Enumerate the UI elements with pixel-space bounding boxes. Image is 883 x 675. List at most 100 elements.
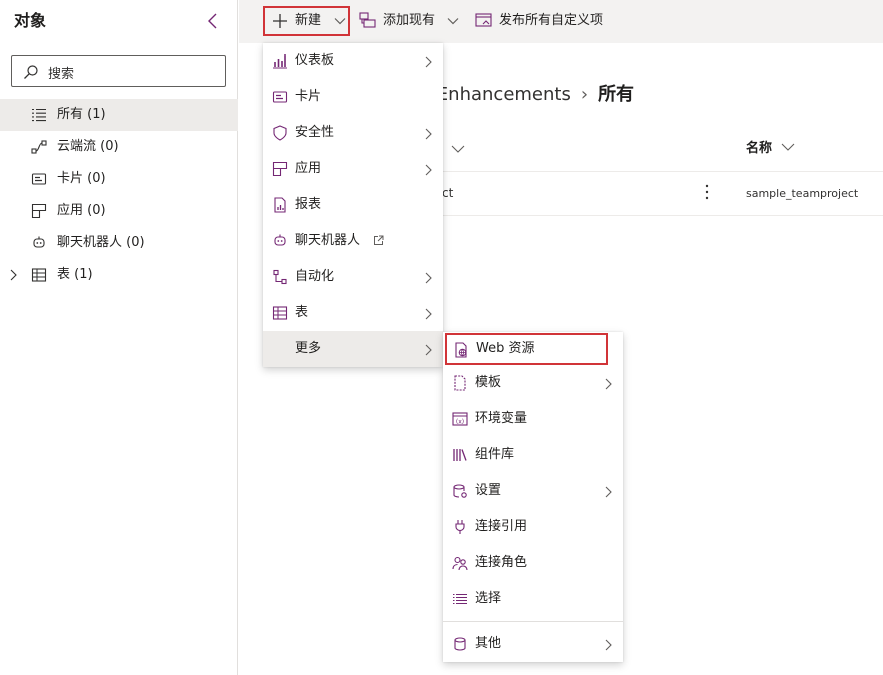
menu-item-label: 安全性 — [295, 125, 335, 140]
name-column-header[interactable]: 名称 — [746, 139, 795, 159]
tree-item-all[interactable]: 所有 (1) — [0, 99, 238, 131]
app-icon — [31, 204, 47, 218]
row-more-button[interactable] — [705, 184, 717, 202]
chevron-down-icon — [334, 18, 346, 25]
menu-item-other[interactable]: 其他 — [443, 626, 623, 662]
objects-pane-header: 对象 — [14, 10, 227, 34]
chevron-down-icon — [781, 143, 794, 151]
more-submenu: Web 资源 模板 (x) 环境变量 组件库 设置 连接引用 连接角色 选择 其… — [443, 332, 623, 662]
menu-item-web-resource[interactable]: Web 资源 — [445, 333, 608, 365]
menu-item-chatbot[interactable]: 聊天机器人 — [263, 223, 443, 259]
external-link-icon — [374, 235, 384, 245]
menu-item-env-variable[interactable]: (x) 环境变量 — [443, 401, 623, 437]
menu-item-connection-reference[interactable]: 连接引用 — [443, 509, 623, 545]
menu-item-label: 选择 — [475, 591, 502, 606]
chevron-right-icon — [425, 128, 432, 140]
dashboard-icon — [273, 54, 287, 69]
connection-reference-icon — [455, 520, 465, 534]
menu-item-report[interactable]: 报表 — [263, 187, 443, 223]
chevron-right-icon — [425, 164, 432, 176]
publish-all-label: 发布所有自定义项 — [499, 13, 604, 28]
tree-item-tables[interactable]: 表 (1) — [0, 259, 238, 291]
plus-icon — [273, 14, 287, 28]
search-placeholder: 搜索 — [48, 67, 75, 82]
menu-item-automation[interactable]: 自动化 — [263, 259, 443, 295]
tree-item-cards[interactable]: 卡片 (0) — [0, 163, 238, 195]
other-icon — [454, 637, 466, 651]
publish-all-button[interactable]: 发布所有自定义项 — [475, 6, 615, 36]
menu-item-label: Web 资源 — [476, 341, 535, 356]
menu-item-label: 报表 — [295, 197, 322, 212]
search-icon — [24, 65, 38, 79]
chevron-right-icon — [425, 272, 432, 284]
tree-item-label: 应用 (0) — [57, 203, 106, 218]
tree-item-apps[interactable]: 应用 (0) — [0, 195, 238, 227]
chevron-right-icon — [425, 56, 432, 68]
new-dropdown-menu: 仪表板 卡片 安全性 应用 报表 聊天机器人 自动化 表 更多 — [263, 43, 443, 367]
chevron-right-icon — [425, 344, 432, 356]
tree-item-cloud-flows[interactable]: 云端流 (0) — [0, 131, 238, 163]
menu-item-connection-role[interactable]: 连接角色 — [443, 545, 623, 581]
add-existing-icon — [359, 12, 376, 28]
chevron-down-icon — [447, 18, 459, 25]
menu-item-settings[interactable]: 设置 — [443, 473, 623, 509]
tree-item-label: 聊天机器人 (0) — [57, 235, 145, 250]
menu-item-security[interactable]: 安全性 — [263, 115, 443, 151]
menu-item-card[interactable]: 卡片 — [263, 79, 443, 115]
web-resource-icon — [455, 342, 467, 358]
menu-item-label: 自动化 — [295, 269, 335, 284]
card-icon — [31, 173, 47, 185]
search-box[interactable]: 搜索 — [11, 55, 226, 87]
svg-text:(x): (x) — [456, 419, 464, 426]
menu-item-label: 仪表板 — [295, 53, 335, 68]
add-existing-button[interactable]: 添加现有 — [357, 6, 465, 36]
choice-icon — [453, 593, 467, 605]
list-icon — [32, 108, 46, 122]
object-tree: 所有 (1) 云端流 (0) 卡片 (0) 应用 (0) 聊天机器人 (0) 表… — [0, 99, 238, 291]
report-icon — [274, 197, 286, 213]
row-name: sample_teamproject — [746, 187, 859, 200]
chevron-right-icon[interactable] — [8, 269, 18, 281]
menu-item-table[interactable]: 表 — [263, 295, 443, 331]
env-variable-icon: (x) — [452, 412, 468, 426]
new-button-label: 新建 — [295, 13, 322, 28]
name-column-label: 名称 — [746, 141, 773, 156]
chevron-right-icon — [605, 639, 612, 651]
breadcrumb-separator: › — [580, 84, 589, 105]
menu-item-label: 连接引用 — [475, 519, 528, 534]
add-existing-label: 添加现有 — [383, 13, 436, 28]
header-divider — [421, 171, 883, 172]
card-icon — [272, 91, 288, 103]
bot-icon — [33, 236, 45, 248]
settings-icon — [453, 484, 467, 498]
chevron-left-icon — [208, 13, 217, 29]
menu-item-choice[interactable]: 选择 — [443, 581, 623, 617]
chevron-right-icon — [605, 486, 612, 498]
tree-item-label: 云端流 (0) — [57, 139, 119, 154]
collapse-pane-button[interactable] — [203, 11, 223, 31]
menu-item-template[interactable]: 模板 — [443, 365, 623, 401]
objects-pane: 对象 搜索 所有 (1) 云端流 (0) 卡片 (0) 应用 (0) 聊天机器人… — [0, 0, 238, 675]
menu-item-more[interactable]: 更多 — [263, 331, 443, 367]
menu-item-label: 卡片 — [295, 89, 322, 104]
tree-item-label: 表 (1) — [57, 267, 93, 282]
menu-item-label: 更多 — [295, 341, 322, 356]
row-display-name[interactable]: ct — [442, 183, 453, 203]
menu-item-label: 应用 — [295, 161, 322, 176]
menu-item-dashboard[interactable]: 仪表板 — [263, 43, 443, 79]
display-name-sort-icon[interactable] — [451, 144, 465, 154]
bot-icon — [274, 234, 286, 246]
breadcrumb: e Enhancements › 所有 — [420, 83, 634, 107]
menu-item-component-library[interactable]: 组件库 — [443, 437, 623, 473]
connection-role-icon — [452, 556, 468, 571]
table-icon — [31, 268, 47, 282]
new-button[interactable]: 新建 — [263, 6, 350, 36]
menu-item-app[interactable]: 应用 — [263, 151, 443, 187]
row-divider — [421, 215, 883, 216]
app-icon — [272, 161, 288, 177]
breadcrumb-current: 所有 — [598, 84, 635, 105]
tree-item-label: 卡片 (0) — [57, 171, 106, 186]
tree-item-chatbots[interactable]: 聊天机器人 (0) — [0, 227, 238, 259]
publish-icon — [475, 13, 492, 27]
shield-icon — [273, 125, 287, 141]
